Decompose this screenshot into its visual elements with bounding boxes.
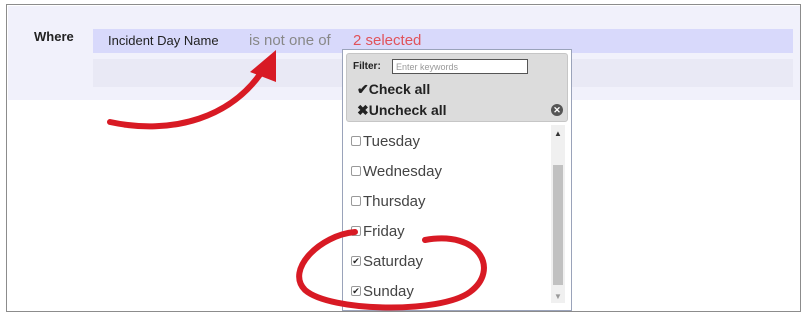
- checkbox-checked[interactable]: ✔: [351, 286, 361, 296]
- option-label: Tuesday: [363, 132, 420, 150]
- condition-operator[interactable]: is not one of: [249, 29, 331, 53]
- close-icon[interactable]: ✕: [551, 104, 563, 116]
- list-scrollbar[interactable]: ▲ ▼: [551, 125, 565, 303]
- multiselect-dropdown: Filter: ✔Check all ✖Uncheck all ✕ Tuesda…: [342, 49, 572, 311]
- where-label: Where: [34, 29, 74, 44]
- condition-field[interactable]: Incident Day Name: [108, 29, 219, 53]
- dropdown-header: Filter: ✔Check all ✖Uncheck all ✕: [346, 53, 568, 122]
- list-item-thursday[interactable]: Thursday: [351, 189, 426, 213]
- checkbox[interactable]: [351, 196, 361, 206]
- check-all-link[interactable]: ✔Check all: [357, 81, 430, 98]
- filter-label: Filter:: [353, 61, 381, 72]
- checkbox[interactable]: [351, 136, 361, 146]
- scrollbar-thumb[interactable]: [553, 165, 563, 285]
- option-label: Friday: [363, 222, 405, 240]
- scroll-down-arrow-icon[interactable]: ▼: [554, 292, 562, 301]
- uncheck-all-link[interactable]: ✖Uncheck all: [357, 102, 447, 119]
- option-label: Saturday: [363, 252, 424, 270]
- checkbox[interactable]: [351, 226, 361, 236]
- checkbox[interactable]: [351, 166, 361, 176]
- list-item-sunday[interactable]: ✔ Sunday: [351, 279, 414, 303]
- option-label: Sunday: [363, 282, 414, 300]
- options-list: Tuesday Wednesday Thursday Friday ✔ Satu…: [347, 125, 547, 305]
- option-label: Thursday: [363, 192, 426, 210]
- scroll-up-arrow-icon[interactable]: ▲: [554, 129, 562, 138]
- filter-input[interactable]: [392, 59, 528, 74]
- list-item-tuesday[interactable]: Tuesday: [351, 129, 420, 153]
- list-item-saturday[interactable]: ✔ Saturday: [351, 249, 423, 273]
- list-item-friday[interactable]: Friday: [351, 219, 405, 243]
- option-label: Wednesday: [363, 162, 442, 180]
- list-item-wednesday[interactable]: Wednesday: [351, 159, 442, 183]
- checkbox-checked[interactable]: ✔: [351, 256, 361, 266]
